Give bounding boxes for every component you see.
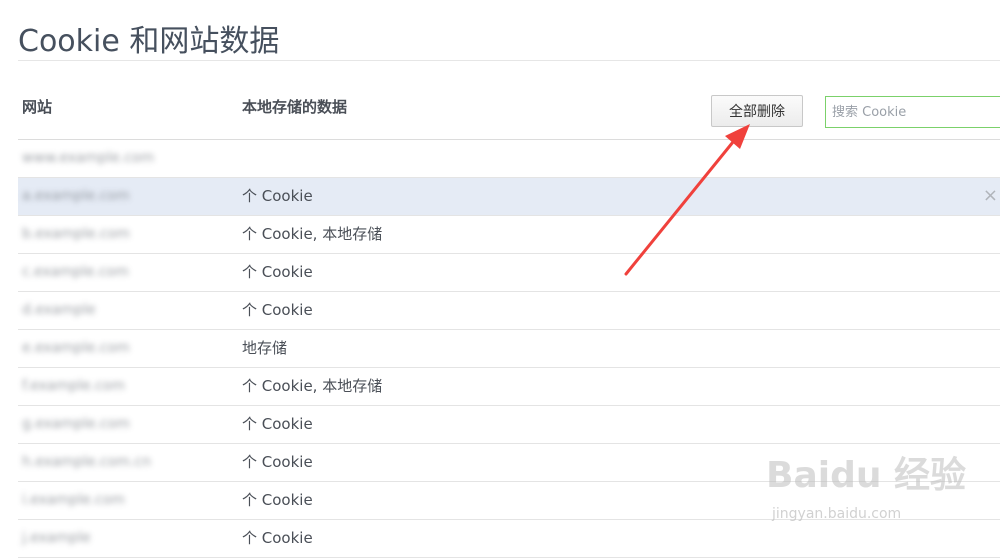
annotation-arrow-icon <box>624 124 750 276</box>
